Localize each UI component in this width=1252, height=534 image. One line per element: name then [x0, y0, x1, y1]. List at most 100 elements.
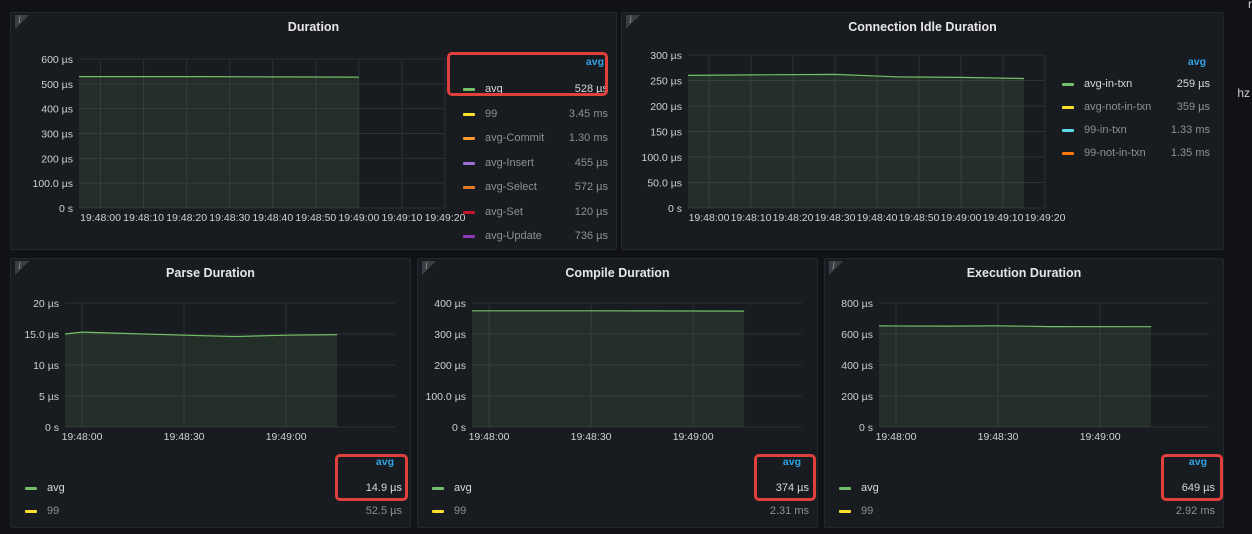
x-tick-label: 19:48:20 — [773, 212, 814, 224]
y-tick-label: 200 µs — [41, 153, 73, 165]
execution-duration-chart: 0 s 200 µs 400 µs 600 µs 800 µs 19:48:00 19:48… — [841, 298, 1209, 443]
series-area-avg — [65, 332, 338, 427]
y-tick-label: 100.0 µs — [33, 178, 74, 190]
y-tick-label: 100.0 µs — [426, 391, 467, 403]
legend-series-name: 99-not-in-txn — [1084, 147, 1146, 159]
y-tick-label: 250 µs — [650, 76, 682, 88]
x-tick-label: 19:48:30 — [164, 431, 205, 443]
legend-item-avg-update[interactable]: avg-Update 736 µs — [459, 226, 614, 246]
legend-series-value: 359 µs — [1176, 101, 1210, 113]
legend-item-avg-commit[interactable]: avg-Commit 1.30 ms — [459, 128, 614, 148]
legend-item-99[interactable]: 99 3.45 ms — [459, 104, 614, 124]
legend-series-name: avg-in-txn — [1084, 78, 1133, 90]
x-tick-label: 19:48:50 — [899, 212, 940, 224]
x-tick-label: 19:48:00 — [876, 431, 917, 443]
series-area-avg — [879, 325, 1152, 427]
legend-series-name: 99 — [47, 505, 60, 517]
legend-series-value: 259 µs — [1176, 78, 1210, 90]
legend-header-avg[interactable]: avg — [1188, 56, 1206, 68]
x-tick-label: 19:49:00 — [266, 431, 307, 443]
y-tick-label: 300 µs — [434, 329, 466, 341]
highlight-box — [754, 454, 816, 501]
legend-item-avg-in-txn[interactable]: avg-in-txn 259 µs — [1058, 74, 1216, 94]
x-tick-label: 19:48:40 — [857, 212, 898, 224]
legend-series-name: avg-not-in-txn — [1084, 101, 1152, 113]
x-tick-label: 19:48:20 — [166, 212, 207, 224]
y-tick-label: 300 µs — [41, 129, 73, 141]
legend-item-99-in-txn[interactable]: 99-in-txn 1.33 ms — [1058, 120, 1216, 140]
legend-series-name: 99 — [861, 505, 874, 517]
x-tick-label: 19:48:30 — [571, 431, 612, 443]
legend-swatch — [463, 186, 475, 189]
legend-swatch — [463, 137, 475, 140]
legend-item-99[interactable]: 99 2.31 ms — [428, 501, 815, 521]
y-tick-label: 15.0 µs — [24, 329, 59, 341]
legend-swatch — [839, 487, 851, 490]
legend-swatch — [432, 487, 444, 490]
legend-item-avg-set[interactable]: avg-Set 120 µs — [459, 202, 614, 222]
legend-series-value: 2.92 ms — [1175, 505, 1215, 517]
legend-item-99-not-in-txn[interactable]: 99-not-in-txn 1.35 ms — [1058, 143, 1216, 163]
legend-swatch — [463, 112, 475, 116]
y-tick-label: 0 s — [859, 422, 873, 434]
x-tick-label: 19:48:50 — [295, 212, 336, 224]
x-tick-label: 19:49:10 — [382, 212, 423, 224]
compile-duration-chart: 0 s 100.0 µs 200 µs 300 µs 400 µs 19:48:00 19:… — [426, 298, 802, 443]
legend-series-value: 120 µs — [574, 205, 608, 218]
legend-item-avg-insert[interactable]: avg-Insert 455 µs — [459, 153, 614, 173]
y-tick-label: 600 µs — [41, 54, 73, 66]
legend-item-99[interactable]: 99 52.5 µs — [21, 501, 408, 521]
legend-swatch — [463, 161, 475, 165]
y-tick-label: 100.0 µs — [642, 152, 683, 164]
x-tick-label: 19:48:00 — [469, 431, 510, 443]
legend-series-name: avg-Set — [485, 205, 523, 218]
legend-swatch — [1062, 129, 1074, 132]
legend-swatch — [463, 235, 475, 238]
x-tick-label: 19:48:00 — [689, 212, 730, 224]
y-tick-label: 50.0 µs — [647, 178, 682, 190]
execution-duration-panel: i Execution Duration 0 s 200 µs 400 µs 600 … — [824, 258, 1224, 528]
x-tick-label: 19:49:00 — [941, 212, 982, 224]
legend-swatch — [1062, 83, 1074, 86]
legend-swatch — [1062, 106, 1074, 109]
legend-series-value: 3.45 ms — [568, 107, 608, 120]
legend-swatch — [1062, 152, 1074, 155]
parse-duration-panel: i Parse Duration 0 s5 µs 10 µs 15.0 µs 20 µ… — [10, 258, 411, 528]
legend-swatch — [839, 510, 851, 513]
x-tick-label: 19:48:00 — [62, 431, 103, 443]
y-tick-label: 200 µs — [841, 391, 873, 403]
idle-duration-panel: i Connection Idle Duration 0 s 50.0 µs 100… — [621, 12, 1224, 250]
legend-item-avg-select[interactable]: avg-Select 572 µs — [459, 177, 614, 197]
legend-series-name: avg-Commit — [485, 132, 545, 144]
series-line-avg — [79, 75, 359, 78]
y-tick-label: 10 µs — [33, 360, 59, 372]
legend-item-avg-not-in-txn[interactable]: avg-not-in-txn 359 µs — [1058, 97, 1216, 117]
legend-swatch — [25, 487, 37, 490]
x-tick-label: 19:48:30 — [978, 431, 1019, 443]
legend-series-value: 2.31 ms — [769, 505, 809, 517]
compile-duration-panel: i Compile Duration 0 s 100.0 µs 200 µs 300 … — [417, 258, 818, 528]
edge-text-right: hz — [1237, 86, 1250, 100]
series-area-avg — [472, 310, 745, 427]
y-tick-label: 500 µs — [41, 79, 73, 91]
y-tick-label: 600 µs — [841, 329, 873, 341]
legend-series-value: 455 µs — [574, 156, 608, 169]
x-tick-label: 19:48:00 — [80, 212, 121, 224]
y-tick-label: 0 s — [668, 203, 682, 215]
legend-series-value: 736 µs — [574, 230, 608, 242]
legend-series-name: 99 — [485, 107, 498, 120]
legend-series-value: 52.5 µs — [365, 505, 402, 517]
y-tick-label: 20 µs — [33, 298, 59, 310]
x-tick-label: 19:48:30 — [815, 212, 856, 224]
highlight-box — [447, 52, 608, 96]
legend-item-99[interactable]: 99 2.92 ms — [835, 501, 1221, 521]
y-tick-label: 0 s — [59, 203, 73, 215]
legend-series-value: 572 µs — [574, 181, 608, 193]
legend-swatch — [432, 510, 444, 513]
x-tick-label: 19:49:20 — [1025, 212, 1066, 224]
parse-duration-chart: 0 s 5 µs 10 µs 15.0 µs 20 µs 19:48:00 19:48:30… — [24, 298, 395, 443]
y-tick-label: 400 µs — [841, 360, 873, 372]
highlight-box — [335, 454, 408, 501]
legend-series-name: avg — [454, 482, 472, 494]
legend-series-name: avg-Select — [485, 181, 537, 193]
